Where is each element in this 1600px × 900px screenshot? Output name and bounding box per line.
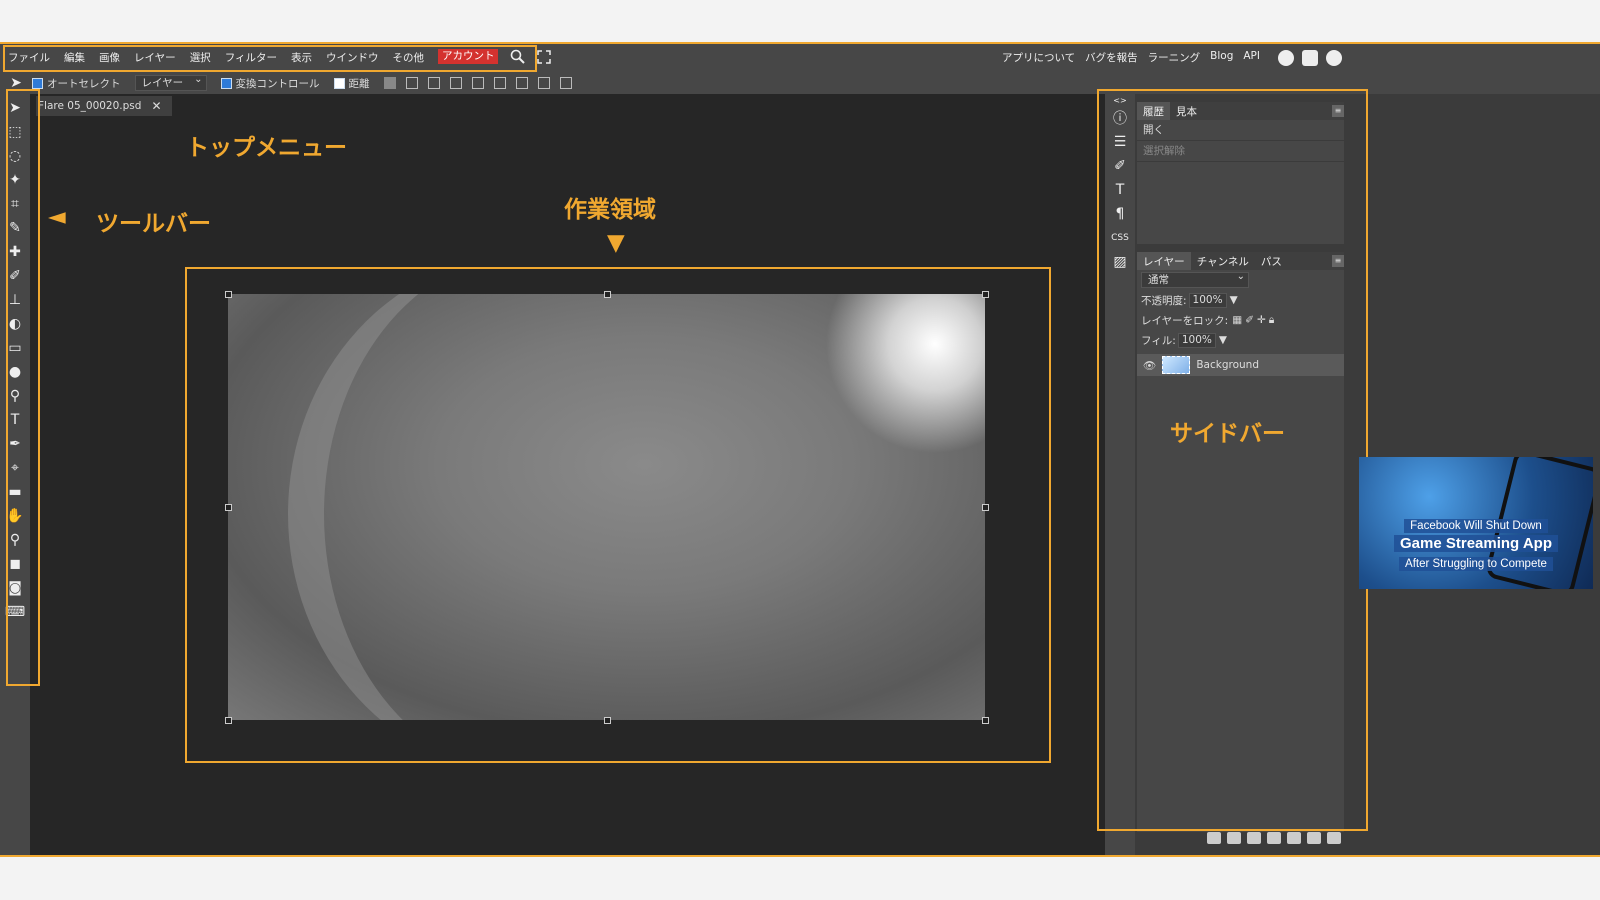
align-top-icon[interactable] <box>493 77 506 89</box>
reddit-icon[interactable] <box>1278 50 1294 66</box>
menu-report-bug[interactable]: バグを報告 <box>1085 50 1138 66</box>
align-center-icon[interactable] <box>427 77 440 89</box>
sidebar-highlight <box>1097 89 1368 831</box>
layer-effects-icon[interactable] <box>1227 832 1241 844</box>
news-ad-thumbnail[interactable]: Facebook Will Shut Down Game Streaming A… <box>1359 457 1593 589</box>
sidebar-annotation: サイドバー <box>1170 421 1285 447</box>
document-tab[interactable]: Flare 05_00020.psd ✕ <box>36 96 172 116</box>
top-menu-annotation: トップメニュー <box>186 135 347 161</box>
transform-controls-label: 変換コントロール <box>235 77 320 90</box>
distribute-vertical-icon[interactable] <box>559 77 572 89</box>
download-icon[interactable] <box>383 77 396 89</box>
autoselect-dropdown[interactable]: レイヤー <box>134 73 207 91</box>
ad-line-2: Game Streaming App <box>1394 535 1558 552</box>
new-folder-icon[interactable] <box>1287 832 1301 844</box>
toolbar-annotation: ツールバー <box>96 211 211 237</box>
menu-about[interactable]: アプリについて <box>1002 50 1075 66</box>
autoselect-checkbox[interactable] <box>32 77 43 89</box>
document-tab-name: Flare 05_00020.psd <box>38 100 142 112</box>
distance-option[interactable]: 距離 <box>333 76 370 91</box>
fullscreen-icon[interactable] <box>536 49 552 65</box>
ad-line-3: After Struggling to Compete <box>1399 557 1553 571</box>
align-middle-icon[interactable] <box>515 77 528 89</box>
new-layer-icon[interactable] <box>1307 832 1321 844</box>
align-bottom-icon[interactable] <box>537 77 550 89</box>
menu-learning[interactable]: ラーニング <box>1148 50 1201 66</box>
transform-controls-checkbox[interactable] <box>220 77 232 89</box>
workspace-annotation: 作業領域 <box>564 197 656 223</box>
close-icon[interactable]: ✕ <box>151 99 161 113</box>
layers-footer <box>1207 832 1347 844</box>
adjustment-layer-icon[interactable] <box>1247 832 1261 844</box>
distribute-horizontal-icon[interactable] <box>471 77 484 89</box>
workspace-arrow: ▼ <box>607 230 625 256</box>
distance-label: 距離 <box>348 77 370 90</box>
link-layers-icon[interactable] <box>1207 832 1221 844</box>
social-links <box>1270 50 1342 66</box>
autoselect-label: オートセレクト <box>47 77 121 90</box>
layer-mask-icon[interactable] <box>1267 832 1281 844</box>
toolbar-highlight <box>6 89 40 686</box>
autoselect-target[interactable]: レイヤー <box>134 73 207 91</box>
menu-right: アプリについて バグを報告 ラーニング Blog API <box>992 50 1342 66</box>
trash-icon[interactable] <box>1327 832 1341 844</box>
facebook-icon[interactable] <box>1326 50 1342 66</box>
autoselect-option[interactable]: オートセレクト <box>32 76 121 91</box>
menu-api[interactable]: API <box>1243 50 1260 66</box>
distance-checkbox[interactable] <box>333 77 345 89</box>
align-right-icon[interactable] <box>449 77 462 89</box>
transform-controls-option[interactable]: 変換コントロール <box>220 76 320 91</box>
workspace-highlight <box>185 267 1051 763</box>
top-menu-highlight <box>3 45 537 72</box>
align-left-icon[interactable] <box>405 77 418 89</box>
toolbar-arrow: ◄ <box>48 204 66 230</box>
ad-line-1: Facebook Will Shut Down <box>1404 519 1548 533</box>
menu-blog[interactable]: Blog <box>1210 50 1233 66</box>
twitter-icon[interactable] <box>1302 50 1318 66</box>
